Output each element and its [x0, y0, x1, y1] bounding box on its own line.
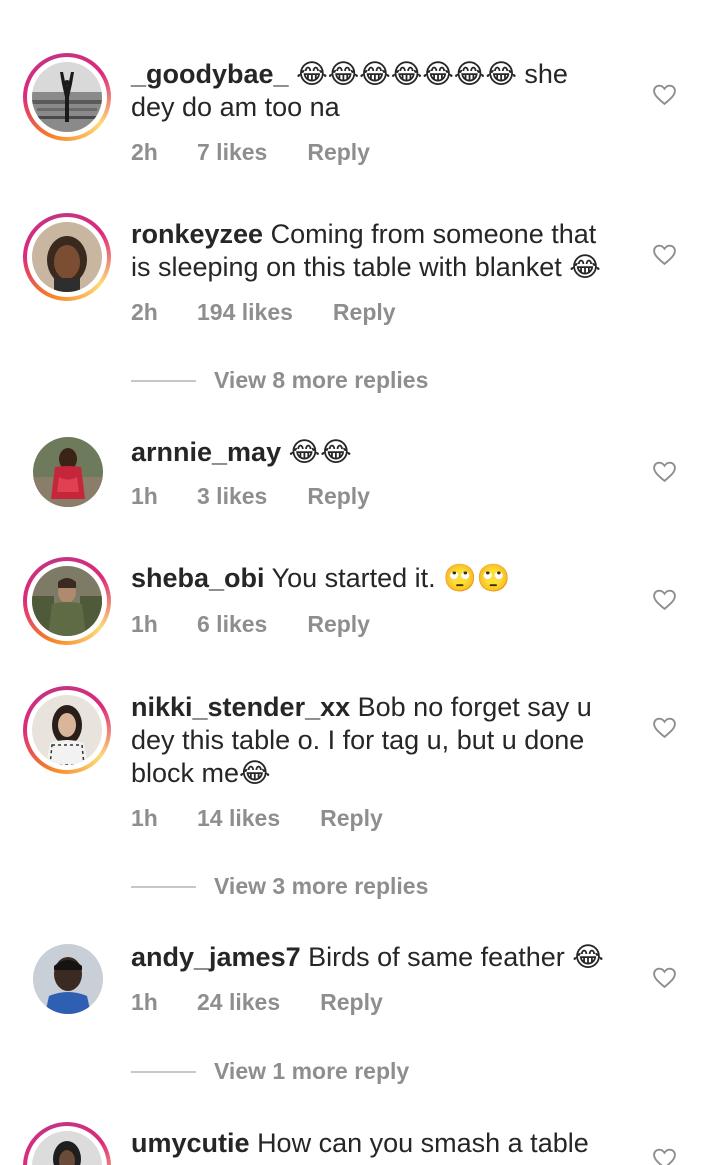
comment-username[interactable]: umycutie: [131, 1128, 250, 1158]
heart-outline-icon[interactable]: [652, 1146, 677, 1165]
avatar-story-ring[interactable]: [23, 213, 111, 301]
view-more-replies[interactable]: View 1 more reply: [131, 1058, 409, 1085]
comment-username[interactable]: andy_james7: [131, 942, 301, 972]
comment-time: 1h: [131, 611, 158, 637]
avatar[interactable]: [33, 437, 103, 507]
comment-body: andy_james7 Birds of same feather 😂: [131, 941, 631, 974]
comment-time: 2h: [131, 139, 158, 165]
view-more-replies[interactable]: View 8 more replies: [131, 367, 428, 394]
view-replies-label[interactable]: View 3 more replies: [214, 873, 428, 900]
comment-time: 1h: [131, 989, 158, 1015]
comment-likes[interactable]: 24 likes: [197, 989, 280, 1016]
comment-body: umycutie How can you smash a table: [131, 1127, 631, 1160]
comment-text: Bob no forget say u: [357, 692, 592, 722]
heart-outline-icon[interactable]: [652, 459, 677, 484]
comment-body: ronkeyzee Coming from someone that is sl…: [131, 218, 631, 284]
avatar[interactable]: [32, 222, 102, 292]
avatar-story-ring[interactable]: [23, 686, 111, 774]
comment-username[interactable]: sheba_obi: [131, 563, 265, 593]
comment-text: dey this table o. I for tag u, but u don…: [131, 725, 585, 755]
comment-username[interactable]: nikki_stender_xx: [131, 692, 350, 722]
comment-text: 😂😂: [288, 437, 352, 467]
comments-feed: _goodybae_ 😂😂😂😂😂😂😂 she dey do am too na …: [0, 0, 720, 1165]
comment-username[interactable]: _goodybae_: [131, 59, 289, 89]
comment-likes[interactable]: 194 likes: [197, 299, 293, 326]
avatar-story-ring[interactable]: [23, 1122, 111, 1165]
comment-text: 😂😂😂😂😂😂😂 she: [296, 59, 568, 89]
view-replies-label[interactable]: View 1 more reply: [214, 1058, 409, 1085]
comment-username[interactable]: arnnie_may: [131, 437, 281, 467]
comment-body: nikki_stender_xx Bob no forget say u dey…: [131, 691, 631, 790]
avatar[interactable]: [32, 62, 102, 132]
avatar[interactable]: [33, 944, 103, 1014]
comment-meta: 1h 14 likes Reply: [131, 805, 383, 832]
comment-body: arnnie_may 😂😂: [131, 436, 631, 469]
comment-likes[interactable]: 6 likes: [197, 611, 267, 638]
comment-text: block me😂: [131, 758, 271, 788]
reply-button[interactable]: Reply: [307, 483, 370, 510]
comment-meta: 2h 194 likes Reply: [131, 299, 396, 326]
heart-outline-icon[interactable]: [652, 965, 677, 990]
comment-body: _goodybae_ 😂😂😂😂😂😂😂 she dey do am too na: [131, 58, 631, 124]
comment-meta: 1h 3 likes Reply: [131, 483, 370, 510]
reply-button[interactable]: Reply: [333, 299, 396, 326]
view-more-replies[interactable]: View 3 more replies: [131, 873, 428, 900]
avatar[interactable]: [32, 1131, 102, 1165]
comment-meta: 1h 6 likes Reply: [131, 611, 370, 638]
comment-meta: 1h 24 likes Reply: [131, 989, 383, 1016]
comment-text: is sleeping on this table with blanket 😂: [131, 252, 601, 282]
reply-button[interactable]: Reply: [307, 611, 370, 638]
avatar-story-ring[interactable]: [23, 557, 111, 645]
reply-button[interactable]: Reply: [307, 139, 370, 166]
comment-likes[interactable]: 14 likes: [197, 805, 280, 832]
heart-outline-icon[interactable]: [652, 715, 677, 740]
heart-outline-icon[interactable]: [652, 242, 677, 267]
heart-outline-icon[interactable]: [652, 587, 677, 612]
comment-text: Birds of same feather 😂: [308, 942, 604, 972]
comment-likes[interactable]: 3 likes: [197, 483, 267, 510]
comment-username[interactable]: ronkeyzee: [131, 219, 263, 249]
comment-time: 2h: [131, 299, 158, 325]
comment-text: dey do am too na: [131, 92, 340, 122]
comment-meta: 2h 7 likes Reply: [131, 139, 370, 166]
view-replies-label[interactable]: View 8 more replies: [214, 367, 428, 394]
comment-body: sheba_obi You started it. 🙄🙄: [131, 562, 631, 595]
comment-text: How can you smash a table: [257, 1128, 589, 1158]
replies-divider: [131, 1070, 196, 1073]
comment-text: You started it. 🙄🙄: [271, 563, 511, 593]
comment-time: 1h: [131, 483, 158, 509]
avatar-story-ring[interactable]: [23, 53, 111, 141]
reply-button[interactable]: Reply: [320, 989, 383, 1016]
replies-divider: [131, 885, 196, 888]
avatar[interactable]: [32, 566, 102, 636]
comment-likes[interactable]: 7 likes: [197, 139, 267, 166]
avatar[interactable]: [32, 695, 102, 765]
replies-divider: [131, 379, 196, 382]
comment-time: 1h: [131, 805, 158, 831]
heart-outline-icon[interactable]: [652, 82, 677, 107]
reply-button[interactable]: Reply: [320, 805, 383, 832]
comment-text: Coming from someone that: [270, 219, 597, 249]
